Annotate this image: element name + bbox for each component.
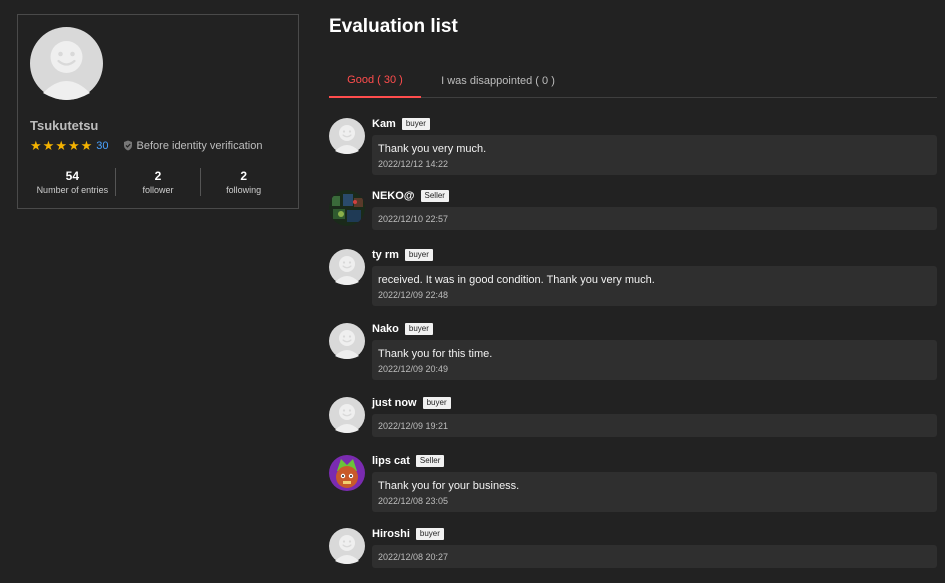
review-box: Thank you for this time. 2022/12/09 20:49 — [372, 340, 937, 380]
review-box: Thank you very much. 2022/12/12 14:22 — [372, 135, 937, 175]
review-date: 2022/12/09 20:49 — [378, 364, 449, 374]
reviewer-name[interactable]: Kam — [372, 118, 396, 130]
role-badge: buyer — [401, 118, 430, 130]
review-header: lips cat Seller — [372, 455, 445, 467]
star-icon: ★ — [67, 138, 80, 153]
stat-label: Number of entries — [36, 185, 109, 195]
verification-label: Before identity verification — [136, 139, 263, 152]
reviewer-name[interactable]: Nako — [372, 323, 399, 335]
review-date: 2022/12/12 14:22 — [378, 159, 449, 169]
role-badge: buyer — [415, 528, 444, 540]
role-badge: Seller — [420, 190, 449, 202]
tab-good[interactable]: Good ( 30 ) — [329, 64, 421, 98]
stat-entries[interactable]: 54 Number of entries — [30, 168, 115, 196]
profile-card: Tsukutetsu ★ ★ ★ ★ ★ 30 Before identity veri… — [17, 14, 299, 209]
star-icon: ★ — [80, 138, 93, 153]
role-badge: buyer — [422, 397, 451, 409]
review-header: ty rm buyer — [372, 249, 433, 261]
reviewer-avatar[interactable] — [329, 249, 365, 285]
evaluation-tabs: Good ( 30 ) I was disappointed ( 0 ) — [329, 64, 937, 98]
review-box: 2022/12/10 22:57 — [372, 207, 937, 230]
page-title: Evaluation list — [329, 16, 458, 37]
review-header: just now buyer — [372, 397, 451, 409]
review-date: 2022/12/08 23:05 — [378, 496, 449, 506]
review-box: 2022/12/08 20:27 — [372, 545, 937, 568]
profile-stats: 54 Number of entries 2 follower 2 follow… — [30, 168, 286, 196]
reviewer-avatar[interactable] — [329, 455, 365, 491]
review-date: 2022/12/08 20:27 — [378, 552, 449, 562]
star-icon: ★ — [30, 138, 42, 153]
reviewer-name[interactable]: NEKO@ — [372, 190, 415, 202]
review-box: Thank you for your business. 2022/12/08 2… — [372, 472, 937, 512]
review-comment: received. It was in good condition. Than… — [378, 274, 655, 286]
avatar — [30, 27, 103, 100]
review-comment: Thank you for this time. — [378, 348, 493, 360]
rating-count-link[interactable]: 30 — [96, 140, 108, 152]
role-badge: Seller — [415, 455, 445, 467]
review-header: NEKO@ Seller — [372, 190, 449, 202]
verification-status: Before identity verification — [123, 139, 263, 152]
stat-followers[interactable]: 2 follower — [114, 168, 201, 196]
review-date: 2022/12/09 22:48 — [378, 290, 449, 300]
tab-disappointed[interactable]: I was disappointed ( 0 ) — [433, 64, 563, 98]
stat-value: 54 — [65, 169, 80, 183]
review-header: Hiroshi buyer — [372, 528, 444, 540]
star-rating: ★ ★ ★ ★ ★ — [30, 139, 92, 152]
reviewer-avatar[interactable] — [329, 118, 365, 154]
stat-following[interactable]: 2 following — [200, 168, 286, 196]
review-comment: Thank you very much. — [378, 143, 487, 155]
star-icon: ★ — [42, 138, 55, 153]
reviewer-name[interactable]: lips cat — [372, 455, 410, 467]
review-date: 2022/12/09 19:21 — [378, 421, 449, 431]
star-icon: ★ — [55, 138, 67, 153]
review-date: 2022/12/10 22:57 — [378, 214, 449, 224]
shield-check-icon — [123, 140, 132, 151]
review-box: received. It was in good condition. Than… — [372, 266, 937, 306]
reviewer-name[interactable]: just now — [372, 397, 417, 409]
role-badge: buyer — [404, 249, 433, 261]
review-header: Kam buyer — [372, 118, 430, 130]
role-badge: buyer — [404, 323, 433, 335]
reviewer-name[interactable]: ty rm — [372, 249, 399, 261]
stat-label: follower — [142, 185, 174, 195]
reviewer-avatar[interactable] — [329, 190, 365, 226]
stat-label: following — [226, 185, 262, 195]
reviewer-name[interactable]: Hiroshi — [372, 528, 410, 540]
stat-value: 2 — [240, 169, 248, 183]
username: Tsukutetsu — [30, 118, 99, 133]
reviewer-avatar[interactable] — [329, 528, 365, 564]
review-box: 2022/12/09 19:21 — [372, 414, 937, 437]
review-comment: Thank you for your business. — [378, 480, 520, 492]
stat-value: 2 — [154, 169, 162, 183]
review-header: Nako buyer — [372, 323, 433, 335]
reviewer-avatar[interactable] — [329, 397, 365, 433]
rating-row: ★ ★ ★ ★ ★ 30 Before identity verification — [30, 139, 262, 152]
reviewer-avatar[interactable] — [329, 323, 365, 359]
